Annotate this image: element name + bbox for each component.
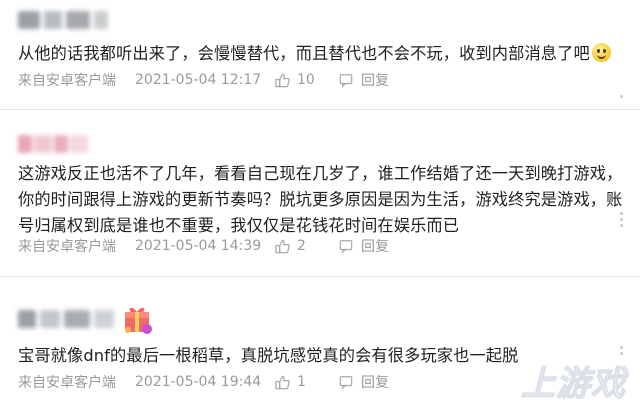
username-blurred [18, 135, 88, 153]
thumbs-up-icon [275, 239, 290, 253]
comment-meta: 来自安卓客户端 2021-05-04 19:44 1 回复 [18, 371, 389, 393]
reply-icon [339, 74, 353, 87]
reply-icon [339, 240, 353, 253]
thumbs-up-icon [275, 73, 290, 87]
comment-source: 来自安卓客户端 [18, 375, 116, 391]
like-button[interactable]: 10 [275, 72, 339, 88]
comment-text: 从他的话我都听出来了，会慢慢替代，而且替代也不会不玩，收到内部消息了吧 [18, 41, 628, 67]
comment-meta: 来自安卓客户端 2021-05-04 14:39 2 回复 [18, 235, 389, 257]
comment-meta: 来自安卓客户端 2021-05-04 12:17 10 回复 [18, 69, 389, 91]
like-count: 1 [297, 374, 306, 390]
comment-source: 来自安卓客户端 [18, 239, 116, 255]
divider [0, 276, 640, 277]
username-blurred [18, 11, 108, 29]
username-blurred [18, 310, 114, 328]
watermark-logo: 上游戏 [520, 363, 626, 404]
smile-emoji-icon [591, 43, 611, 62]
like-count: 10 [297, 72, 315, 88]
reply-label: 回复 [361, 73, 389, 89]
thumbs-up-icon [275, 375, 290, 389]
reply-label: 回复 [361, 375, 389, 391]
comment-text: 这游戏反正也活不了几年，看看自己现在几岁了，谁工作结婚了还一天到晚打游戏，你的时… [18, 164, 623, 235]
like-count: 2 [297, 238, 306, 254]
reply-icon [339, 376, 353, 389]
comment-time: 2021-05-04 19:44 [135, 374, 262, 390]
reply-label: 回复 [361, 239, 389, 255]
comment-time: 2021-05-04 14:39 [135, 238, 262, 254]
like-button[interactable]: 2 [275, 238, 339, 254]
divider [0, 109, 640, 110]
reply-button[interactable]: 回复 [339, 70, 389, 90]
reply-button[interactable]: 回复 [339, 236, 389, 256]
comment-time: 2021-05-04 12:17 [135, 72, 262, 88]
more-dots-icon[interactable] [620, 95, 624, 101]
like-button[interactable]: 1 [275, 374, 339, 390]
comment-source: 来自安卓客户端 [18, 73, 116, 89]
more-dots-icon[interactable] [620, 212, 624, 230]
reply-button[interactable]: 回复 [339, 372, 389, 392]
gift-badge-icon [125, 307, 152, 334]
